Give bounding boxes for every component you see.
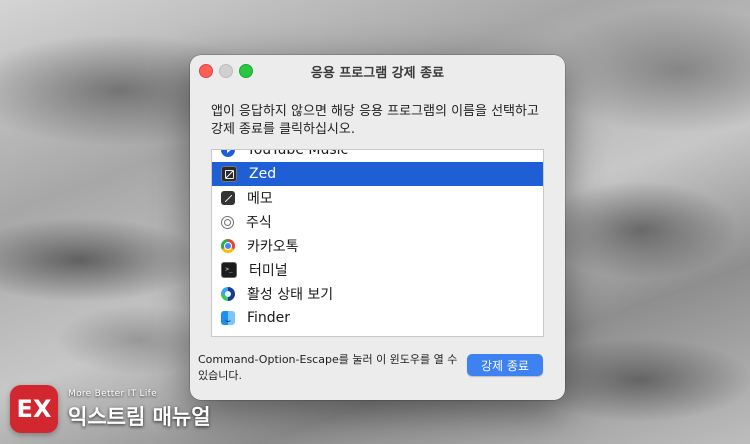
stocks-icon <box>221 215 234 229</box>
app-name: 활성 상태 보기 <box>247 287 334 303</box>
app-name: Finder <box>247 310 291 326</box>
app-name: 터미널 <box>249 263 288 279</box>
finder-icon <box>221 311 235 325</box>
window-title: 응용 프로그램 강제 종료 <box>310 66 445 81</box>
app-name: 메모 <box>247 191 273 207</box>
instructions-text: 앱이 응답하지 않으면 해당 응용 프로그램의 이름을 선택하고 강제 종료를 … <box>211 104 539 137</box>
youtube-music-icon <box>221 150 235 157</box>
app-name: YouTube Music <box>247 149 349 158</box>
app-row-terminal[interactable]: 터미널 <box>212 258 543 282</box>
app-row-zed[interactable]: Zed <box>212 162 543 186</box>
app-row-youtube-music[interactable]: YouTube Music <box>212 149 543 162</box>
force-quit-window: 응용 프로그램 강제 종료 앱이 응답하지 않으면 해당 응용 프로그램의 이름… <box>190 55 565 400</box>
force-quit-button[interactable]: 강제 종료 <box>467 354 543 376</box>
shortcut-hint-text: Command-Option-Escape를 눌러 이 윈도우를 열 수 있습니… <box>198 353 458 382</box>
watermark-name: 익스트림 매뉴얼 <box>68 405 211 429</box>
app-row-activity-monitor[interactable]: 활성 상태 보기 <box>212 282 543 306</box>
app-name: Zed <box>249 166 277 182</box>
watermark-tagline: More Better IT Life <box>68 389 157 399</box>
watermark: EX More Better IT Life 익스트림 매뉴얼 <box>10 383 230 435</box>
logo-icon: EX <box>10 385 58 433</box>
chrome-icon <box>221 239 235 253</box>
activity-monitor-icon <box>221 287 235 301</box>
notes-icon <box>221 191 235 205</box>
title-bar: 응용 프로그램 강제 종료 <box>190 55 565 85</box>
app-row-finder[interactable]: Finder <box>212 306 543 330</box>
terminal-icon <box>221 262 237 278</box>
app-name: 카카오톡 <box>247 239 299 255</box>
app-row-notes[interactable]: 메모 <box>212 186 543 210</box>
app-list[interactable]: YouTube Music Zed 메모 주식 카카오톡 터미널 활성 상태 보… <box>211 149 544 337</box>
app-name: 주식 <box>246 215 272 231</box>
app-row-stocks[interactable]: 주식 <box>212 210 543 234</box>
zed-icon <box>221 166 237 182</box>
app-row-kakaotalk[interactable]: 카카오톡 <box>212 234 543 258</box>
